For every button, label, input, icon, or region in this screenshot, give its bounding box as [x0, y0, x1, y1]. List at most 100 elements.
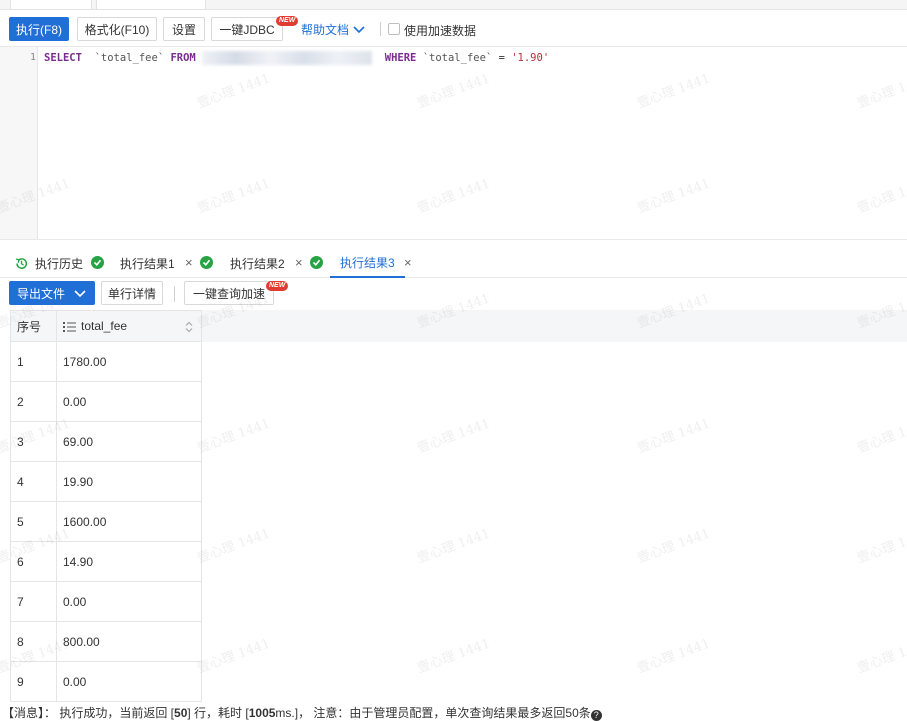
watermark: 壹心理 1441	[195, 526, 273, 567]
new-badge: NEW	[266, 281, 289, 291]
close-icon[interactable]: ×	[295, 255, 303, 270]
table-row[interactable]: 9 0.00	[10, 662, 202, 702]
tab-result-1-label: 执行结果1	[120, 256, 175, 271]
total-fee-cell[interactable]: 0.00	[57, 662, 203, 701]
operator: =	[498, 52, 505, 64]
column-header-label: total_fee	[81, 319, 128, 333]
watermark: 壹心理 1441	[635, 416, 713, 457]
table-header: 序号 total_fee	[10, 310, 202, 342]
total-fee-cell[interactable]: 0.00	[57, 582, 203, 621]
row-index-cell: 6	[11, 542, 57, 581]
tab-result-2-label: 执行结果2	[230, 256, 285, 271]
settings-button[interactable]: 设置	[163, 17, 205, 41]
help-icon[interactable]: ?	[590, 710, 602, 721]
chevron-down-icon	[353, 26, 365, 34]
execute-button[interactable]: 执行(F8)	[9, 17, 69, 41]
watermark: 壹心理 1441	[415, 636, 493, 677]
watermark: 壹心理 1441	[635, 636, 713, 677]
query-accelerate-button[interactable]: 一键查询加速	[184, 281, 274, 305]
table-row[interactable]: 2 0.00	[10, 382, 202, 422]
sql-code-line[interactable]: SELECT `total_fee` FROM WHERE `total_fee…	[44, 51, 549, 67]
total-fee-cell[interactable]: 0.00	[57, 382, 203, 421]
keyword-where: WHERE	[384, 52, 417, 64]
history-icon	[15, 257, 28, 269]
new-badge: NEW	[276, 16, 299, 26]
editor-tab-strip	[0, 0, 907, 10]
watermark: 壹心理 1441	[415, 416, 493, 457]
table-row[interactable]: 7 0.00	[10, 582, 202, 622]
status-elapsed: 1005	[248, 706, 276, 720]
list-icon	[63, 321, 76, 332]
total-fee-cell[interactable]: 1780.00	[57, 342, 203, 381]
watermark: 壹心理 1441	[855, 416, 907, 457]
table-row[interactable]: 1 1780.00	[10, 342, 202, 382]
watermark: 壹心理 1441	[855, 526, 907, 567]
tab-history[interactable]: 执行历史	[14, 248, 83, 278]
result-tabs: 执行历史 执行结果1 × 执行结果2 × 执行结果3 ×	[0, 248, 907, 278]
editor-toolbar: 执行(F8) 格式化(F10) 设置 一键JDBC NEW 帮助文档 使用加速数…	[0, 14, 907, 44]
table-row[interactable]: 8 800.00	[10, 622, 202, 662]
editor-tab-active[interactable]	[96, 0, 206, 10]
row-index-cell: 7	[11, 582, 57, 621]
line-number: 1	[29, 52, 36, 63]
editor-tab[interactable]	[10, 0, 92, 10]
tab-result-1[interactable]: 执行结果1	[120, 248, 175, 278]
tab-history-label: 执行历史	[35, 256, 84, 271]
divider	[174, 286, 175, 302]
table-row[interactable]: 4 19.90	[10, 462, 202, 502]
watermark: 壹心理 1441	[415, 526, 493, 567]
column-name: `total_fee`	[94, 52, 165, 64]
where-value: '1.90'	[511, 52, 550, 64]
tab-result-2[interactable]: 执行结果2	[230, 248, 285, 278]
total-fee-cell[interactable]: 14.90	[57, 542, 203, 581]
row-index-cell: 2	[11, 382, 57, 421]
close-icon[interactable]: ×	[404, 255, 412, 270]
export-file-button[interactable]: 导出文件	[9, 281, 95, 305]
success-check-icon	[91, 256, 104, 269]
status-mid2: ms.]， 注意：由于管理员配置，单次查询结果最多返回50条	[275, 706, 591, 720]
status-row-count: 50	[174, 706, 188, 720]
watermark: 壹心理 1441	[195, 416, 273, 457]
table-row[interactable]: 3 69.00	[10, 422, 202, 462]
row-index-cell: 1	[11, 342, 57, 381]
help-docs-link[interactable]: 帮助文档	[301, 17, 366, 41]
redacted-table-name	[202, 51, 373, 65]
row-index-cell: 5	[11, 502, 57, 541]
chevron-down-icon	[74, 290, 86, 298]
tab-result-3[interactable]: 执行结果3	[330, 248, 405, 278]
where-column: `total_fee`	[422, 52, 493, 64]
total-fee-cell[interactable]: 800.00	[57, 622, 203, 661]
sql-console: 执行(F8) 格式化(F10) 设置 一键JDBC NEW 帮助文档 使用加速数…	[0, 0, 907, 721]
sql-editor[interactable]: 1 SELECT `total_fee` FROM WHERE `total_f…	[0, 46, 907, 240]
tab-result-3-label: 执行结果3	[340, 255, 395, 270]
row-index-cell: 4	[11, 462, 57, 501]
total-fee-cell[interactable]: 1600.00	[57, 502, 203, 541]
status-message: 【消息】： 执行成功，当前返回 [50] 行，耗时 [1005ms.]， 注意：…	[0, 705, 907, 721]
column-header-index: 序号	[11, 311, 57, 341]
result-toolbar: 导出文件 单行详情 一键查询加速 NEW	[0, 280, 907, 308]
export-file-label: 导出文件	[16, 286, 65, 301]
status-mid1: ] 行，耗时 [	[187, 706, 249, 720]
success-check-icon	[310, 256, 323, 269]
row-index-cell: 3	[11, 422, 57, 461]
keyword-from: FROM	[170, 52, 196, 64]
success-check-icon	[200, 256, 213, 269]
divider	[380, 22, 381, 36]
table-row[interactable]: 5 1600.00	[10, 502, 202, 542]
grid-header-filler	[202, 310, 907, 342]
row-index-cell: 8	[11, 622, 57, 661]
table-row[interactable]: 6 14.90	[10, 542, 202, 582]
close-icon[interactable]: ×	[185, 255, 193, 270]
total-fee-cell[interactable]: 19.90	[57, 462, 203, 501]
column-header-total-fee[interactable]: total_fee	[57, 311, 203, 341]
format-button[interactable]: 格式化(F10)	[77, 17, 157, 41]
sort-icon[interactable]	[185, 321, 193, 333]
line-gutter: 1	[0, 47, 38, 239]
jdbc-label: 一键JDBC	[219, 22, 275, 37]
row-detail-button[interactable]: 单行详情	[101, 281, 163, 305]
total-fee-cell[interactable]: 69.00	[57, 422, 203, 461]
status-prefix: 【消息】： 执行成功，当前返回 [	[2, 706, 175, 720]
accelerate-checkbox[interactable]	[388, 23, 400, 35]
jdbc-button[interactable]: 一键JDBC	[211, 17, 283, 41]
watermark: 壹心理 1441	[195, 636, 273, 677]
